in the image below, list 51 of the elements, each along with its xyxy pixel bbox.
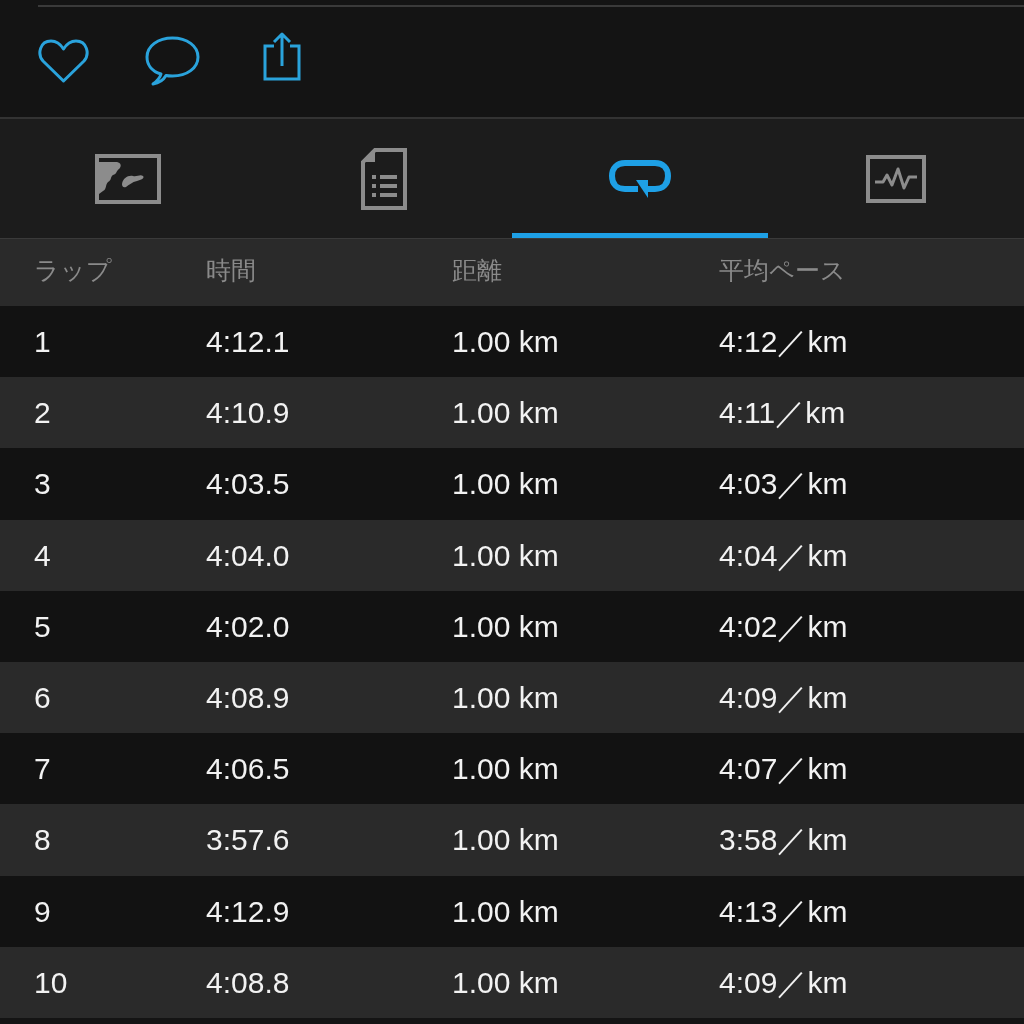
table-cell-text: 1.00 km — [452, 822, 559, 859]
table-cell-text: 5 — [34, 608, 51, 645]
share-icon[interactable] — [263, 30, 301, 81]
table-cell-text: 4:10.9 — [206, 395, 290, 432]
table-cell-text: 4:02.0 — [206, 608, 290, 645]
table-cell-text: 1.00 km — [452, 466, 559, 503]
column-header: ラップ — [34, 254, 112, 286]
table-cell-text: 10 — [34, 964, 68, 1001]
table-cell-text: 1.00 km — [452, 395, 559, 432]
table-cell-text: 1 — [34, 324, 51, 361]
table-cell-text: 2 — [34, 395, 51, 432]
table-cell-text: 4:02／km — [719, 608, 848, 645]
loop-icon — [608, 157, 672, 200]
table-cell-text: 4:07／km — [719, 751, 848, 788]
table-cell-text: 4:08.8 — [206, 964, 290, 1001]
table-cell-text: 4:12.9 — [206, 893, 290, 930]
document-icon — [361, 147, 407, 210]
table-cell-text: 1.00 km — [452, 537, 559, 574]
table-cell-text: 4:04／km — [719, 537, 848, 574]
table-cell-text: 1.00 km — [452, 751, 559, 788]
table-cell-text: 9 — [34, 893, 51, 930]
table-cell-text: 4:11／km — [719, 395, 846, 432]
table-cell-text: 4:03.5 — [206, 466, 290, 503]
table-cell-text: 1.00 km — [452, 893, 559, 930]
table-cell-text: 3:57.6 — [206, 822, 290, 859]
speech-bubble-icon[interactable] — [145, 35, 200, 86]
table-cell-text: 3 — [34, 466, 51, 503]
column-header: 平均ペース — [719, 254, 846, 286]
table-cell-text: 4:04.0 — [206, 537, 290, 574]
table-cell-text: 1.00 km — [452, 964, 559, 1001]
table-cell-text: 1.00 km — [452, 680, 559, 717]
table-cell-text: 4:09／km — [719, 964, 848, 1001]
column-header: 距離 — [452, 254, 502, 286]
table-cell-text: 4:08.9 — [206, 680, 290, 717]
activity-chart-icon — [866, 154, 926, 203]
table-cell-text: 4 — [34, 537, 51, 574]
table-cell-text: 4:12／km — [719, 324, 848, 361]
table-cell-text: 4:13／km — [719, 893, 848, 930]
map-icon — [95, 153, 161, 204]
table-cell-text: 4:06.5 — [206, 751, 290, 788]
table-cell-text: 4:09／km — [719, 680, 848, 717]
heart-icon[interactable] — [38, 37, 89, 84]
table-cell-text: 6 — [34, 680, 51, 717]
table-cell-text: 4:12.1 — [206, 324, 290, 361]
table-cell-text: 1.00 km — [452, 608, 559, 645]
table-cell-text: 7 — [34, 751, 51, 788]
table-cell-text: 1.00 km — [452, 324, 559, 361]
table-cell-text: 4:03／km — [719, 466, 848, 503]
table-cell-text: 3:58／km — [719, 822, 848, 859]
column-header: 時間 — [206, 254, 256, 286]
table-cell-text: 8 — [34, 822, 51, 859]
